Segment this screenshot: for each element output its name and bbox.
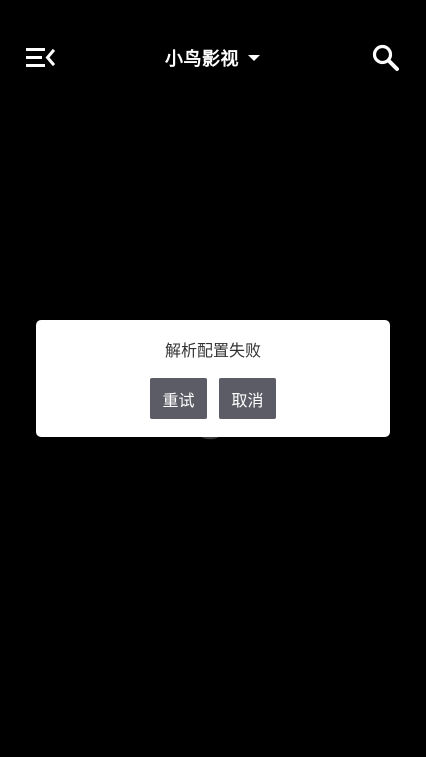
source-selector[interactable]: 小鸟影视 [0, 44, 426, 72]
top-bar: 小鸟影视 [0, 30, 426, 86]
caret-down-icon [248, 55, 260, 61]
dialog-actions: 重试 取消 [36, 378, 390, 419]
app-screen: 小鸟影视 解析配置失败 重试 取消 [0, 0, 426, 757]
search-button[interactable] [370, 42, 402, 74]
app-title: 小鸟影视 [165, 49, 239, 70]
dialog-message: 解析配置失败 [164, 341, 261, 360]
retry-button[interactable]: 重试 [150, 378, 207, 419]
error-dialog: 解析配置失败 重试 取消 [36, 320, 390, 437]
cancel-button[interactable]: 取消 [219, 378, 276, 419]
search-icon [372, 44, 399, 71]
